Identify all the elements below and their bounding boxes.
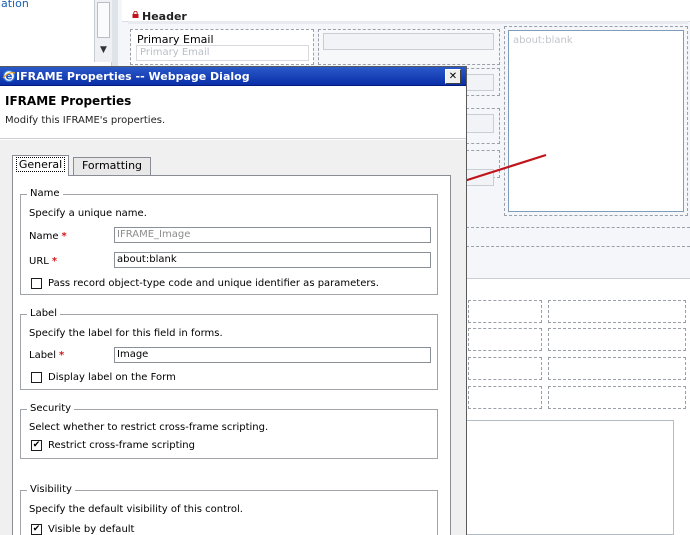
visible-by-default-checkbox[interactable]: ✔: [31, 524, 42, 535]
scroll-down-icon[interactable]: ▼: [95, 42, 112, 59]
header-field-input[interactable]: [323, 33, 494, 50]
display-label-checkbox[interactable]: [31, 372, 42, 383]
visibility-section-legend: Visibility: [27, 484, 75, 495]
display-label-label: Display label on the Form: [48, 372, 176, 383]
close-button[interactable]: ✕: [445, 69, 461, 84]
pass-params-checkbox[interactable]: [31, 278, 42, 289]
tab-general[interactable]: General: [12, 155, 69, 176]
visible-by-default-label: Visible by default: [48, 524, 135, 535]
dialog-subheading: Modify this IFRAME's properties.: [5, 115, 166, 126]
form-field-cell[interactable]: [468, 328, 542, 351]
check-icon: ✔: [32, 440, 41, 450]
header-section[interactable]: Header: [128, 4, 690, 26]
check-icon: ✔: [32, 524, 41, 534]
general-tab-panel: Name Specify a unique name. Name * IFRAME…: [12, 175, 451, 535]
header-field-input[interactable]: [466, 74, 494, 91]
restrict-scripting-checkbox[interactable]: ✔: [31, 440, 42, 451]
form-field-cell[interactable]: [548, 357, 686, 380]
navigation-pane: ation ▼: [0, 0, 112, 66]
security-section-legend: Security: [27, 403, 75, 414]
name-field-label: Name *: [29, 231, 67, 242]
label-field-label: Label *: [29, 350, 65, 361]
tab-formatting-label: Formatting: [81, 159, 143, 172]
dialog-title: IFRAME Properties -- Webpage Dialog: [16, 70, 250, 83]
iframe-preview-text: about:blank: [513, 35, 573, 46]
name-section: Name Specify a unique name. Name * IFRAME…: [20, 188, 438, 295]
security-section: Security Select whether to restrict cros…: [20, 403, 438, 459]
visibility-section: Visibility Specify the default visibilit…: [20, 484, 438, 535]
section-divider: [466, 246, 690, 256]
security-section-description: Select whether to restrict cross-frame s…: [29, 422, 269, 433]
tab-formatting[interactable]: Formatting: [73, 157, 151, 175]
navigation-link[interactable]: ation: [1, 0, 29, 10]
dialog-titlebar[interactable]: e IFRAME Properties -- Webpage Dialog ✕: [0, 67, 466, 86]
dialog-body: General Formatting Name Specify a unique…: [0, 140, 466, 535]
name-section-description: Specify a unique name.: [29, 208, 147, 219]
label-section: Label Specify the label for this field i…: [20, 308, 438, 390]
label-section-description: Specify the label for this field in form…: [29, 328, 223, 339]
lock-icon: [132, 11, 139, 18]
form-field-cell[interactable]: [548, 300, 686, 323]
required-marker: *: [51, 256, 58, 267]
form-field-cell[interactable]: [468, 386, 542, 409]
form-text-area[interactable]: [466, 420, 674, 535]
internet-explorer-icon: e: [2, 69, 16, 83]
required-marker: *: [61, 231, 67, 242]
header-divider: [128, 21, 688, 24]
form-field-cell[interactable]: [468, 357, 542, 380]
name-input[interactable]: IFRAME_Image: [114, 227, 431, 243]
dialog-header: IFRAME Properties Modify this IFRAME's p…: [0, 87, 466, 139]
pass-params-label: Pass record object-type code and unique …: [48, 278, 379, 289]
label-section-legend: Label: [27, 308, 60, 319]
section-divider: [466, 218, 690, 228]
tab-general-label: General: [15, 157, 66, 172]
required-marker: *: [58, 350, 65, 361]
dialog-heading: IFRAME Properties: [5, 94, 132, 108]
name-section-legend: Name: [27, 188, 63, 199]
form-field-cell[interactable]: [468, 300, 542, 323]
scrollbar-thumb[interactable]: [97, 2, 110, 38]
header-field-input[interactable]: [466, 114, 494, 133]
label-input[interactable]: Image: [114, 347, 431, 363]
url-field-label: URL *: [29, 256, 58, 267]
visibility-section-description: Specify the default visibility of this c…: [29, 504, 243, 515]
form-field-cell[interactable]: [548, 386, 686, 409]
url-input[interactable]: about:blank: [114, 252, 431, 268]
iframe-properties-dialog: e IFRAME Properties -- Webpage Dialog ✕ …: [0, 66, 467, 535]
primary-email-input[interactable]: Primary Email: [136, 45, 309, 61]
form-field-cell[interactable]: [548, 328, 686, 351]
close-icon: ✕: [448, 71, 458, 82]
navigation-scrollbar[interactable]: ▼: [94, 0, 112, 62]
restrict-scripting-label: Restrict cross-frame scripting: [48, 440, 195, 451]
